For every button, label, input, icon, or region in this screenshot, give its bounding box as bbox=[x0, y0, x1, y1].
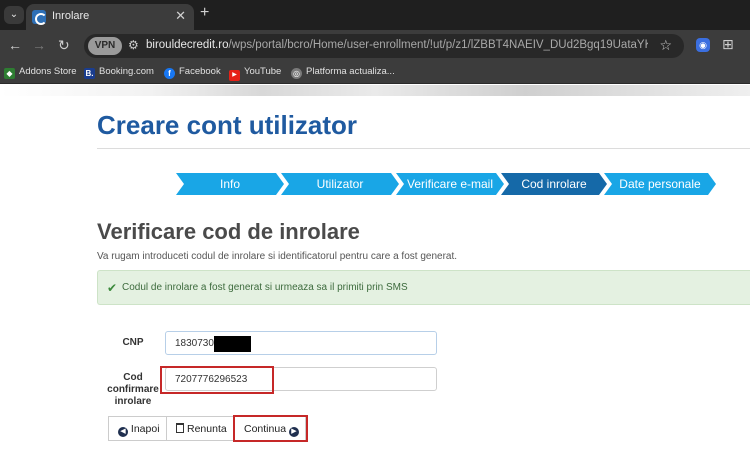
bookmarks-bar: ◆ Addons Store B. Booking.com f Facebook ▶ Y… bbox=[0, 62, 750, 84]
page-title: Creare cont utilizator bbox=[97, 110, 358, 140]
bookmark-label: Platforma actualiza... bbox=[306, 66, 395, 77]
bookmark-youtube[interactable]: ▶ YouTube bbox=[229, 66, 281, 81]
browser-tab-bar: ⌄ Inrolare ✕ + bbox=[0, 0, 750, 30]
header-banner bbox=[0, 85, 750, 96]
address-bar[interactable]: VPN ⚙ birouldecredit.ro/wps/portal/bcro/… bbox=[84, 34, 684, 58]
section-description: Va rugam introduceti codul de inrolare s… bbox=[97, 251, 458, 262]
facebook-icon: f bbox=[164, 68, 175, 79]
bookmark-label: Addons Store bbox=[19, 66, 77, 77]
bookmark-facebook[interactable]: f Facebook bbox=[164, 66, 221, 79]
booking-icon: B. bbox=[84, 68, 95, 79]
highlight-box-continue bbox=[233, 415, 308, 442]
url-host: birouldecredit.ro bbox=[146, 39, 229, 51]
site-favicon-icon bbox=[32, 10, 47, 25]
tab-title: Inrolare bbox=[52, 10, 90, 22]
title-divider bbox=[97, 148, 750, 149]
globe-icon: ◎ bbox=[291, 68, 302, 79]
section-title: Verificare cod de inrolare bbox=[97, 219, 360, 244]
step-info: Info bbox=[176, 173, 284, 195]
step-label: Verificare e-mail bbox=[406, 177, 494, 191]
tab-close-icon[interactable]: ✕ bbox=[175, 8, 186, 24]
cancel-button-label: Renunta bbox=[187, 423, 227, 435]
bookmark-label: Facebook bbox=[179, 66, 221, 77]
back-button[interactable]: ◀ Inapoi bbox=[108, 416, 167, 441]
step-utilizator: Utilizator bbox=[281, 173, 399, 195]
reload-icon[interactable]: ↻ bbox=[58, 37, 70, 54]
step-label: Date personale bbox=[619, 177, 701, 191]
redaction-block bbox=[214, 336, 251, 352]
highlight-box-code bbox=[160, 366, 274, 394]
cnp-label: CNP bbox=[122, 337, 144, 348]
vpn-badge[interactable]: VPN bbox=[88, 37, 122, 55]
step-label: Utilizator bbox=[316, 177, 364, 191]
step-label: Info bbox=[219, 177, 240, 191]
arrow-left-circle-icon: ◀ bbox=[118, 427, 128, 437]
trash-icon bbox=[176, 423, 184, 433]
cnp-input[interactable]: 1830730 bbox=[165, 331, 437, 355]
alert-text: Codul de inrolare a fost generat si urme… bbox=[122, 282, 408, 293]
youtube-icon: ▶ bbox=[229, 70, 240, 81]
url-text[interactable]: birouldecredit.ro/wps/portal/bcro/Home/u… bbox=[146, 39, 648, 51]
tab-search-menu-button[interactable]: ⌄ bbox=[4, 6, 24, 24]
extension-shield-icon[interactable]: ◉ bbox=[696, 38, 710, 52]
check-icon: ✔ bbox=[107, 281, 118, 295]
site-settings-icon[interactable]: ⚙ bbox=[128, 38, 139, 52]
browser-tab-active[interactable]: Inrolare ✕ bbox=[26, 4, 194, 30]
bookmark-addons-store[interactable]: ◆ Addons Store bbox=[4, 66, 77, 79]
url-path: /wps/portal/bcro/Home/user-enrollment/!u… bbox=[228, 39, 648, 51]
new-tab-button[interactable]: + bbox=[200, 4, 209, 22]
extensions-puzzle-icon[interactable]: ⊞ bbox=[722, 36, 734, 53]
success-alert: ✔ Codul de inrolare a fost generat si ur… bbox=[97, 270, 750, 305]
bookmark-platforma[interactable]: ◎ Platforma actualiza... bbox=[291, 66, 395, 79]
forward-arrow-icon[interactable]: → bbox=[32, 37, 46, 53]
back-arrow-icon[interactable]: ← bbox=[8, 37, 22, 53]
browser-toolbar: ← → ↻ VPN ⚙ birouldecredit.ro/wps/portal… bbox=[0, 30, 750, 62]
cancel-button[interactable]: Renunta bbox=[166, 416, 234, 441]
back-button-label: Inapoi bbox=[130, 423, 160, 435]
bookmark-booking[interactable]: B. Booking.com bbox=[84, 66, 154, 79]
bookmark-label: Booking.com bbox=[99, 66, 154, 77]
step-cod-inrolare: Cod inrolare bbox=[501, 173, 607, 195]
bookmark-star-icon[interactable]: ☆ bbox=[659, 37, 672, 54]
code-label: Cod confirmare inrolare bbox=[107, 372, 159, 407]
bookmark-label: YouTube bbox=[244, 66, 282, 77]
addons-store-icon: ◆ bbox=[4, 68, 15, 79]
step-verificare-email: Verificare e-mail bbox=[396, 173, 504, 195]
step-label: Cod inrolare bbox=[521, 177, 587, 191]
step-date-personale: Date personale bbox=[604, 173, 716, 195]
